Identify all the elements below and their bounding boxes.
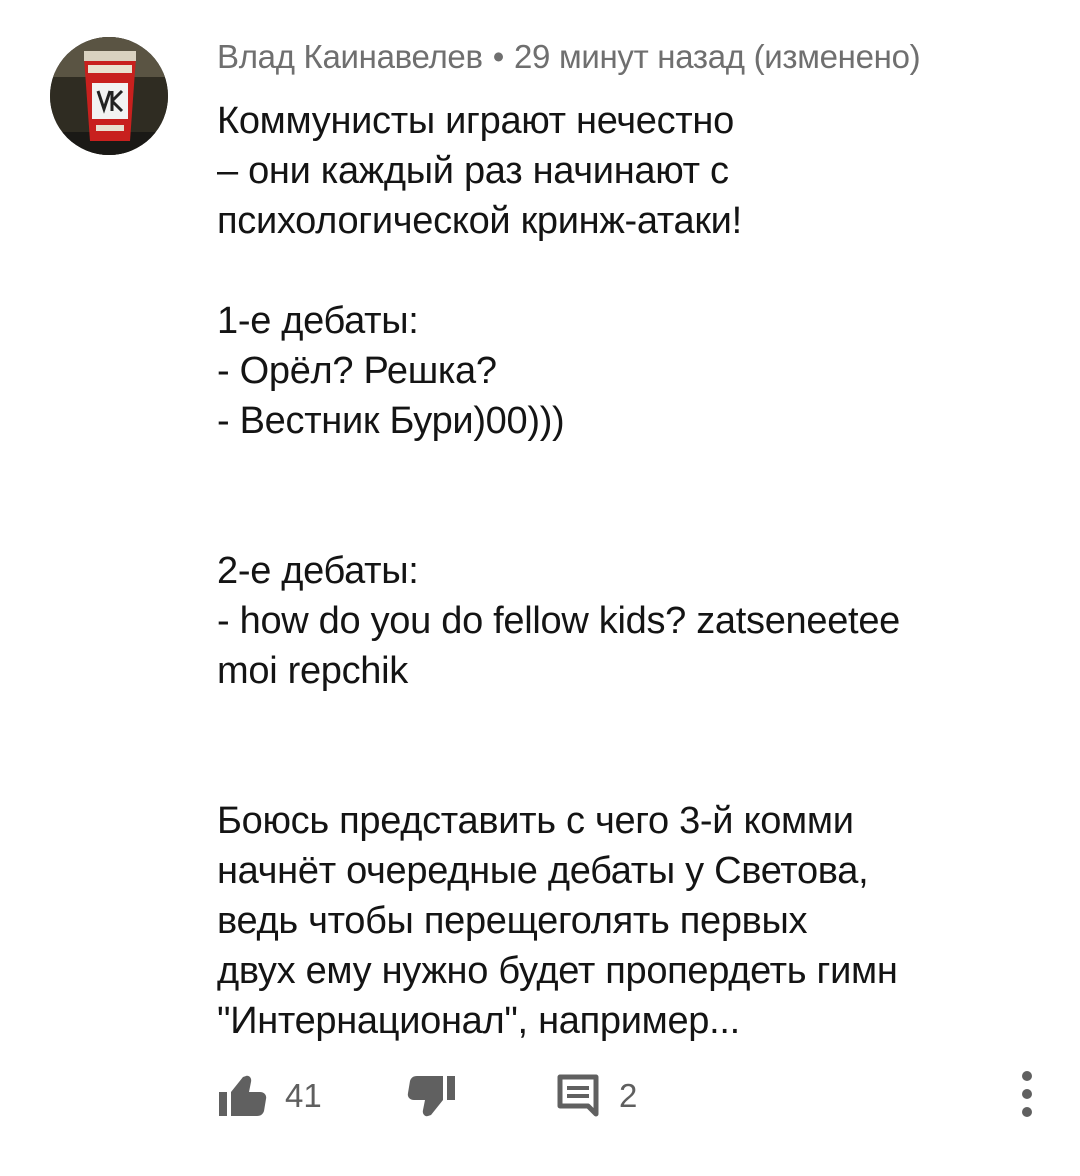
comment-meta: Влад Каинавелев • 29 минут назад (изменено… — [217, 38, 921, 76]
more-vertical-icon — [1022, 1071, 1032, 1117]
thumbs-down-icon — [407, 1076, 455, 1117]
more-options-button[interactable] — [1017, 1068, 1037, 1129]
comment-text: Коммунисты играют нечестно – они каждый … — [217, 100, 900, 1042]
avatar[interactable] — [50, 37, 168, 155]
comment-time[interactable]: 29 минут назад (изменено) — [514, 38, 921, 75]
like-button[interactable]: 41 — [217, 1066, 322, 1126]
reply-count: 2 — [619, 1077, 638, 1114]
comment-actions: 41 2 — [217, 1066, 1047, 1126]
author-name[interactable]: Влад Каинавелев — [217, 38, 483, 75]
thumbs-up-icon — [219, 1075, 267, 1116]
avatar-image — [50, 37, 168, 155]
dislike-button[interactable] — [407, 1066, 457, 1126]
like-count: 41 — [285, 1077, 322, 1114]
reply-button[interactable]: 2 — [557, 1066, 637, 1126]
comment-icon — [557, 1074, 599, 1117]
meta-separator: • — [492, 38, 505, 75]
